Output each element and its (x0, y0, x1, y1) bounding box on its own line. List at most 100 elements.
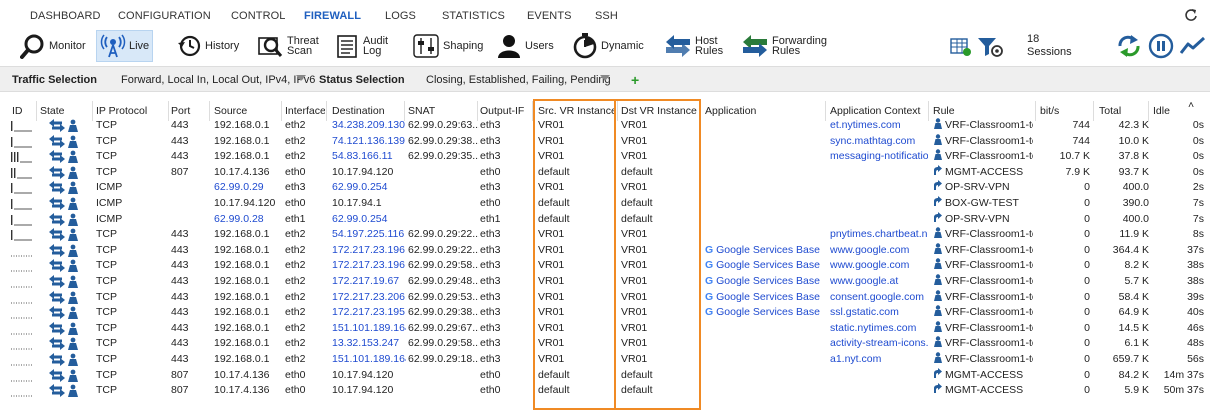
cell-total: 400.0 (1122, 181, 1149, 194)
nav-events[interactable]: EVENTS (527, 10, 572, 22)
sort-ascending-icon[interactable]: ˄ (1188, 98, 1194, 112)
table-row[interactable]: ICMP 62.99.0.29 eth3 62.99.0.254 eth3 VR01 VR0… (0, 180, 1210, 196)
connection-id-indicator-icon (11, 183, 32, 194)
column-header-state[interactable]: State (40, 104, 92, 118)
table-row[interactable]: TCP 443 192.168.0.1 eth2 54.197.225.116 62.99… (0, 227, 1210, 243)
nav-configuration[interactable]: CONFIGURATION (118, 10, 211, 22)
filter-settings-icon[interactable] (977, 36, 1005, 58)
table-row[interactable]: TCP 443 192.168.0.1 eth2 151.101.189.164 62.9… (0, 352, 1210, 368)
table-row[interactable]: TCP 443 192.168.0.1 eth2 172.217.19.67 62.99.… (0, 274, 1210, 290)
shaping-button[interactable]: Shaping (412, 30, 483, 62)
nav-control[interactable]: CONTROL (231, 10, 285, 22)
pause-icon[interactable] (1148, 33, 1174, 59)
rule-name: VRF-Classroom1-to-I... (945, 274, 1033, 287)
state-established-icon (49, 274, 78, 288)
cell-ctx: sync.mathtag.com (830, 134, 916, 147)
audit-log-button[interactable]: Audit Log (334, 30, 388, 62)
table-row[interactable]: TCP 443 192.168.0.1 eth2 54.83.166.11 62.99.0… (0, 149, 1210, 165)
host-rules-button[interactable]: Host Rules (664, 30, 723, 62)
cell-out: eth3 (480, 150, 501, 163)
table-row[interactable]: TCP 807 10.17.4.136 eth0 10.17.94.120 eth0 def… (0, 367, 1210, 384)
state-established-icon (49, 384, 78, 398)
state-established-icon (49, 134, 78, 148)
table-row[interactable]: ICMP 62.99.0.28 eth1 62.99.0.254 eth1 default… (0, 211, 1210, 228)
table-row[interactable]: TCP 443 192.168.0.1 eth2 172.217.23.195 62.99… (0, 305, 1210, 321)
cell-src: 10.17.94.120 (214, 196, 276, 209)
status-selection-dropdown-icon[interactable] (600, 75, 610, 81)
cell-src: 192.168.0.1 (214, 150, 270, 163)
column-header-src[interactable]: Source (214, 104, 282, 118)
connection-id-indicator-icon (11, 364, 32, 366)
nav-dashboard[interactable]: DASHBOARD (30, 10, 101, 22)
history-button[interactable]: History (176, 30, 239, 62)
status-selection-value[interactable]: Closing, Established, Failing, Pending (426, 74, 611, 86)
column-header-dstvr[interactable]: Dst VR Instance (621, 104, 699, 118)
table-row[interactable]: TCP 807 10.17.4.136 eth0 10.17.94.120 eth0 def… (0, 164, 1210, 181)
google-icon: G (705, 243, 717, 256)
column-header-app[interactable]: Application (705, 104, 823, 118)
table-row[interactable]: ICMP 10.17.94.120 eth0 10.17.94.1 eth0 defaul… (0, 195, 1210, 212)
cell-out: eth3 (480, 321, 501, 334)
dynamic-button[interactable]: Dynamic (572, 30, 644, 62)
cell-iface: eth2 (285, 243, 306, 256)
monitor-button[interactable]: Monitor (20, 30, 86, 62)
threat-scan-button[interactable]: Threat Scan (256, 30, 319, 62)
nav-firewall[interactable]: FIREWALL (304, 10, 361, 22)
column-header-iface[interactable]: Interface (285, 104, 325, 118)
column-header-snat[interactable]: SNAT (408, 104, 479, 118)
column-header-proto[interactable]: IP Protocol (96, 104, 166, 118)
refresh-icon[interactable] (1184, 8, 1198, 22)
traffic-selection-dropdown-icon[interactable] (296, 75, 306, 81)
table-row[interactable]: TCP 443 192.168.0.1 eth2 172.217.23.206 62.99… (0, 289, 1210, 306)
traffic-selection-value[interactable]: Forward, Local In, Local Out, IPv4, IPv6 (121, 74, 315, 86)
column-header-id[interactable]: ID (12, 104, 38, 118)
table-row[interactable]: TCP 443 192.168.0.1 eth2 172.217.23.196 62.99… (0, 243, 1210, 259)
column-header-port[interactable]: Port (171, 104, 209, 118)
rule-name: MGMT-ACCESS (945, 368, 1024, 381)
cell-port: 443 (171, 228, 189, 241)
cell-idle: 14m 37s (1163, 368, 1204, 381)
cell-rule: VRF-Classroom1-to-I... (933, 274, 1033, 289)
cell-iface: eth0 (285, 165, 306, 178)
cell-src: 192.168.0.1 (214, 337, 270, 350)
users-button[interactable]: Users (496, 30, 554, 62)
cell-out: eth0 (480, 165, 501, 178)
table-row[interactable]: TCP 443 192.168.0.1 eth2 172.217.23.196 62.99… (0, 258, 1210, 274)
table-row[interactable]: TCP 443 192.168.0.1 eth2 74.121.136.139 62.99… (0, 133, 1210, 150)
column-header-idle[interactable]: Idle (1153, 104, 1204, 118)
cell-idle: 0s (1192, 150, 1204, 163)
cell-src: 192.168.0.1 (214, 306, 270, 319)
cell-idle: 48s (1187, 337, 1204, 350)
column-header-total[interactable]: Total (1099, 104, 1149, 118)
live-button[interactable]: Live (96, 30, 154, 62)
cell-proto: TCP (96, 228, 117, 241)
add-filter-icon[interactable]: + (631, 72, 639, 88)
cell-proto: ICMP (96, 181, 123, 194)
column-header-dst[interactable]: Destination (332, 104, 406, 118)
cell-dst: 54.83.166.11 (332, 150, 393, 163)
table-add-icon[interactable] (950, 37, 972, 57)
column-header-out[interactable]: Output-IF (480, 104, 532, 118)
nav-logs[interactable]: LOGS (385, 10, 416, 22)
sync-refresh-icon[interactable] (1116, 34, 1142, 58)
cell-ctx: static.nytimes.com (830, 321, 917, 334)
cell-bits: 744 (1072, 134, 1090, 147)
nav-statistics[interactable]: STATISTICS (442, 10, 505, 22)
column-header-rule[interactable]: Rule (933, 104, 1033, 118)
connection-id-indicator-icon (11, 167, 32, 179)
rule-pass-arrow-icon (934, 180, 942, 191)
table-row[interactable]: TCP 443 192.168.0.1 eth2 34.238.209.130 62.99… (0, 118, 1210, 134)
forwarding-rules-button[interactable]: Forwarding Rules (741, 30, 827, 62)
column-header-srcvr[interactable]: Src. VR Instance (538, 104, 614, 118)
state-established-icon (49, 337, 78, 351)
cell-bits: 0 (1084, 290, 1090, 303)
state-established-icon (49, 290, 78, 304)
nav-ssh[interactable]: SSH (595, 10, 618, 22)
trend-chart-icon[interactable] (1180, 36, 1206, 56)
column-header-bits[interactable]: bit/s (1040, 104, 1090, 118)
column-header-ctx[interactable]: Application Context (830, 104, 928, 118)
cell-proto: TCP (96, 368, 117, 381)
table-row[interactable]: TCP 443 192.168.0.1 eth2 151.101.189.164 62.9… (0, 321, 1210, 337)
table-row[interactable]: TCP 807 10.17.4.136 eth0 10.17.94.120 eth0 def… (0, 383, 1210, 399)
table-row[interactable]: TCP 443 192.168.0.1 eth2 13.32.153.247 62.99.… (0, 336, 1210, 352)
